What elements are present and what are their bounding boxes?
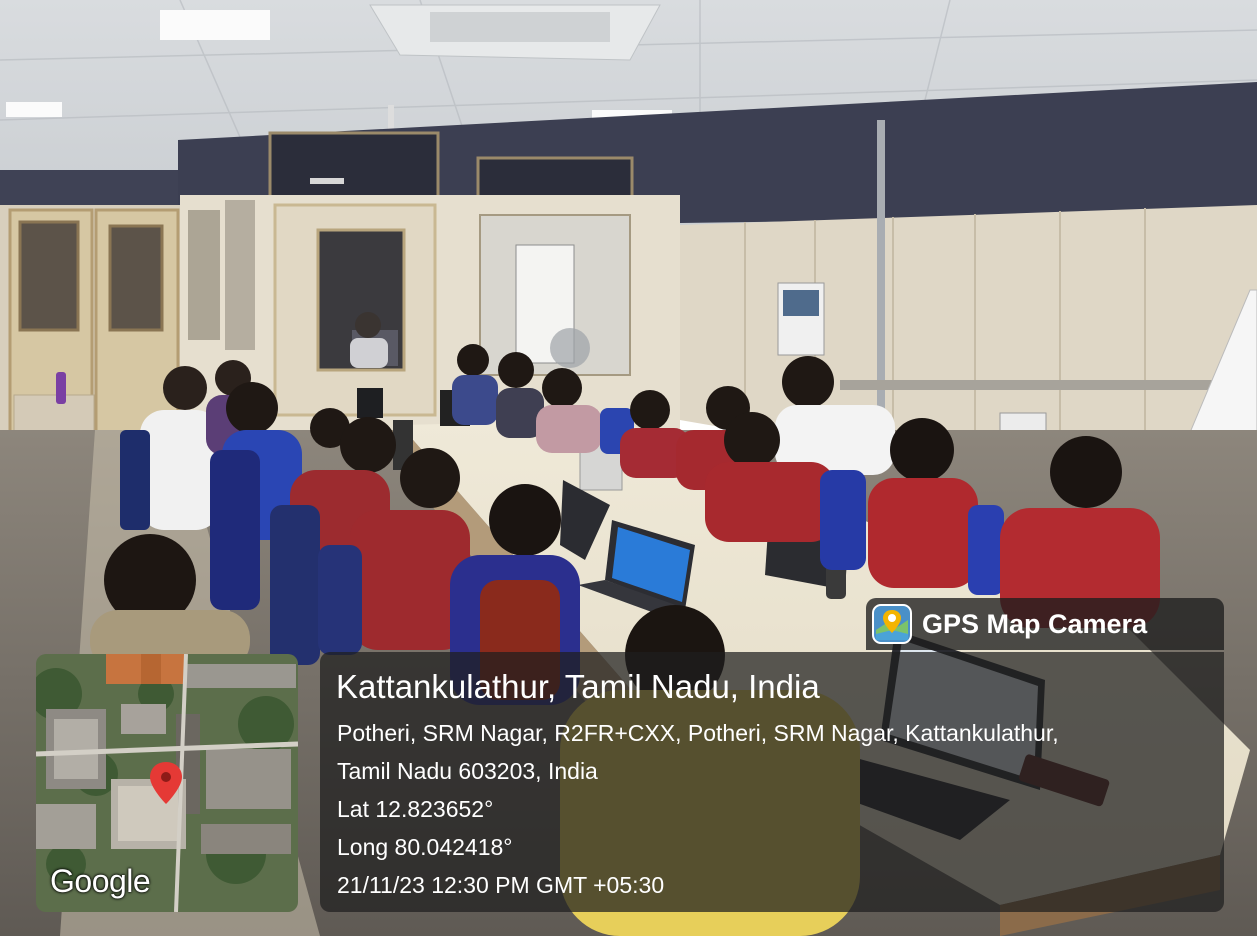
location-info-panel: Kattankulathur, Tamil Nadu, India Pother…: [320, 652, 1224, 912]
location-title: Kattankulathur, Tamil Nadu, India: [336, 668, 820, 705]
address-line-1: Potheri, SRM Nagar, R2FR+CXX, Potheri, S…: [337, 720, 1059, 746]
longitude-label: Long 80.042418°: [337, 834, 513, 860]
gps-map-camera-badge: GPS Map Camera: [866, 598, 1224, 650]
timestamp-label: 21/11/23 12:30 PM GMT +05:30: [337, 872, 665, 898]
latitude-label: Lat 12.823652°: [337, 796, 494, 822]
app-name-label: GPS Map Camera: [922, 608, 1148, 639]
google-logo: Google: [50, 863, 151, 899]
location-map-thumbnail: Google: [36, 654, 298, 912]
gps-map-pin-icon: [872, 604, 912, 644]
photo-frame: GPS Map Camera Google Kattankulathur, Ta…: [0, 0, 1257, 936]
address-line-2: Tamil Nadu 603203, India: [337, 758, 598, 784]
